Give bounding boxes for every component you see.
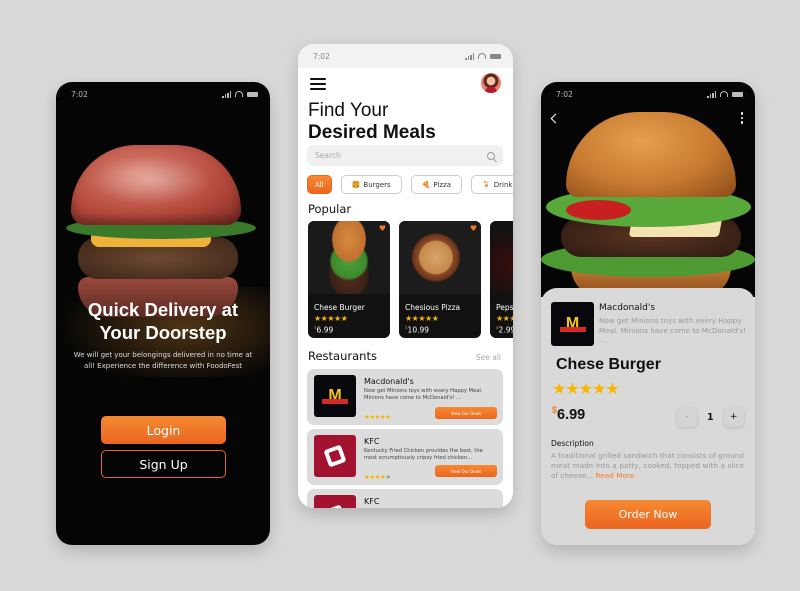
- category-chip-all[interactable]: All: [307, 175, 332, 194]
- item-name: Chese Burger: [314, 303, 365, 312]
- signal-icon: [222, 90, 231, 98]
- login-button[interactable]: Login: [101, 416, 226, 444]
- quantity-value: 1: [707, 411, 714, 423]
- restaurant-card[interactable]: M Macdonald's Now get Minions toys with …: [307, 369, 503, 425]
- item-price: $10.99: [405, 325, 430, 335]
- restaurant-name: KFC: [364, 437, 380, 446]
- read-more-link[interactable]: Read More: [596, 471, 635, 480]
- popular-list: ♥ Chese Burger ★★★★★ $6.99 ♥ Chesious Pi…: [308, 221, 513, 338]
- restaurant-name: Macdonald's: [599, 303, 656, 313]
- status-time: 7:02: [556, 89, 573, 99]
- drink-image: [490, 221, 513, 294]
- page-title-line1: Find Your: [308, 100, 389, 121]
- chip-label: All: [315, 180, 324, 189]
- view-deals-button[interactable]: View Our Deals: [435, 407, 497, 419]
- pizza-icon: 🍕: [421, 180, 431, 189]
- item-price: $6.99: [314, 325, 334, 335]
- popular-card[interactable]: Pepsi ★★★★★ $2.99: [490, 221, 513, 338]
- detail-sheet: M Macdonald's Now get Minions toys with …: [541, 288, 755, 545]
- description-text: A traditional grilled sandwich that cons…: [551, 451, 744, 481]
- signal-icon: [707, 90, 716, 98]
- item-price: $6.99: [552, 405, 586, 423]
- more-options-icon[interactable]: [740, 112, 743, 124]
- category-chip-pizza[interactable]: 🍕 Pizza: [410, 175, 463, 194]
- mcdonalds-logo: M: [551, 302, 594, 346]
- item-name: Chesious Pizza: [405, 303, 461, 312]
- mcdonalds-logo: M: [314, 375, 356, 417]
- quantity-stepper: - 1 +: [677, 407, 744, 427]
- kfc-logo: [314, 495, 356, 508]
- burger-image: [308, 221, 390, 294]
- wifi-icon: [720, 91, 728, 97]
- welcome-title-line2: Your Doorstep: [99, 322, 227, 343]
- battery-icon: [247, 91, 258, 97]
- star-rating: ★★★★★: [405, 314, 439, 323]
- popular-heading: Popular: [308, 202, 352, 216]
- order-now-button[interactable]: Order Now: [585, 500, 711, 529]
- restaurant-desc: Kentucky Fried Chicken provides the best…: [364, 448, 483, 461]
- status-time: 7:02: [71, 89, 88, 99]
- status-bar: 7:02: [56, 82, 270, 106]
- welcome-title: Quick Delivery at Your Doorstep: [56, 298, 270, 344]
- welcome-title-line1: Quick Delivery at: [87, 299, 239, 320]
- item-price: $2.99: [496, 325, 513, 335]
- star-rating: ★★★★★: [496, 314, 513, 323]
- restaurant-desc: Now get Minions toys with every Happy Me…: [364, 388, 483, 401]
- popular-card[interactable]: ♥ Chesious Pizza ★★★★★ $10.99: [399, 221, 481, 338]
- search-placeholder: Search: [315, 151, 341, 160]
- category-chip-burgers[interactable]: 🍔 Burgers: [340, 175, 402, 194]
- status-bar: 7:02: [541, 82, 755, 106]
- burger-icon: 🍔: [351, 180, 361, 189]
- see-all-link[interactable]: See all: [476, 353, 501, 362]
- signup-button[interactable]: Sign Up: [101, 450, 226, 478]
- decrease-quantity-button[interactable]: -: [677, 407, 697, 427]
- restaurant-name: KFC: [364, 497, 380, 506]
- drink-icon: 🍹: [482, 180, 491, 189]
- status-bar: 7:02: [298, 44, 513, 68]
- battery-icon: [732, 91, 743, 97]
- item-name: Pepsi: [496, 303, 513, 312]
- kfc-logo: [314, 435, 356, 477]
- welcome-subtitle: We will get your belongings delivered in…: [73, 351, 253, 370]
- chip-label: Burgers: [363, 180, 391, 189]
- search-input[interactable]: Search: [307, 145, 503, 166]
- wifi-icon: [478, 53, 486, 59]
- restaurant-name: Macdonald's: [364, 377, 414, 386]
- restaurants-heading: Restaurants: [308, 349, 377, 363]
- signal-icon: [465, 52, 474, 60]
- home-screen: 7:02 Find Your Desired Meals Search All …: [298, 44, 513, 508]
- star-rating: ★★★★★: [552, 379, 620, 398]
- heart-icon[interactable]: ♥: [470, 224, 477, 233]
- welcome-screen: 7:02 Quick Delivery at Your Doorstep We …: [56, 82, 270, 545]
- star-rating: ★★★★★: [364, 473, 391, 481]
- battery-icon: [490, 53, 501, 59]
- popular-card[interactable]: ♥ Chese Burger ★★★★★ $6.99: [308, 221, 390, 338]
- hamburger-menu-icon[interactable]: [310, 78, 326, 90]
- heart-icon[interactable]: ♥: [379, 224, 386, 233]
- chip-label: Pizza: [433, 180, 452, 189]
- star-rating: ★★★★★: [364, 413, 391, 421]
- detail-screen: 7:02 M Macdonald's Now get Minions toys …: [541, 82, 755, 545]
- star-rating: ★★★★★: [314, 314, 348, 323]
- page-title-line2: Desired Meals: [308, 122, 436, 143]
- description-label: Description: [551, 439, 594, 448]
- chip-label: Drinks: [493, 180, 513, 189]
- category-chip-drinks[interactable]: 🍹Drinks: [471, 175, 513, 194]
- view-deals-button[interactable]: View Our Deals: [435, 465, 497, 477]
- restaurant-card[interactable]: KFC Kentucky Fried Chicken provides the …: [307, 489, 503, 508]
- restaurant-card[interactable]: KFC Kentucky Fried Chicken provides the …: [307, 429, 503, 485]
- restaurant-desc: Now get Minions toys with every Happy Me…: [599, 316, 747, 344]
- pizza-image: [399, 221, 481, 294]
- burger-detail-image: [541, 82, 755, 297]
- avatar[interactable]: [481, 73, 501, 93]
- item-title: Chese Burger: [556, 356, 661, 373]
- search-icon[interactable]: [487, 151, 495, 160]
- status-time: 7:02: [313, 51, 330, 61]
- category-chips: All 🍔Burgers 🍕Pizza 🍹Drinks: [307, 175, 513, 194]
- increase-quantity-button[interactable]: +: [723, 407, 744, 427]
- wifi-icon: [235, 91, 243, 97]
